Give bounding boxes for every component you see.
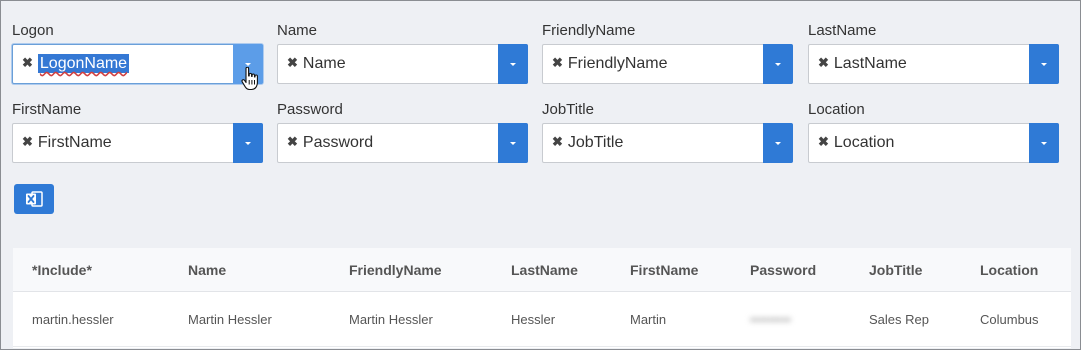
- firstname-select[interactable]: ✖ FirstName: [12, 123, 263, 163]
- caret-down-icon: [775, 142, 781, 145]
- dropdown-button[interactable]: [1029, 44, 1059, 84]
- field-name: Name ✖ Name: [277, 21, 528, 84]
- column-header-lastname[interactable]: LastName: [511, 248, 578, 292]
- field-jobtitle: JobTitle ✖ JobTitle: [542, 100, 793, 163]
- caret-down-icon: [1041, 63, 1047, 66]
- x-icon[interactable]: ✖: [818, 44, 829, 82]
- selected-value: FirstName: [37, 134, 112, 151]
- column-header-jobtitle[interactable]: JobTitle: [869, 248, 922, 292]
- dropdown-button[interactable]: [233, 123, 263, 163]
- column-header-name[interactable]: Name: [188, 248, 226, 292]
- select-value: ✖ Location: [818, 124, 894, 162]
- caret-down-icon: [510, 63, 516, 66]
- column-header-include[interactable]: *Include*: [32, 248, 92, 292]
- field-location: Location ✖ Location: [808, 100, 1059, 163]
- field-friendlyname: FriendlyName ✖ FriendlyName: [542, 21, 793, 84]
- cell-firstname: Martin: [630, 312, 667, 327]
- selected-value: Password: [302, 134, 374, 151]
- caret-down-icon: [1041, 142, 1047, 145]
- column-header-firstname[interactable]: FirstName: [630, 248, 698, 292]
- field-label: FirstName: [12, 101, 82, 118]
- x-icon[interactable]: ✖: [818, 123, 829, 161]
- export-excel-button[interactable]: [14, 184, 54, 214]
- field-firstname: FirstName ✖ FirstName: [12, 100, 263, 163]
- select-value: ✖ LogonName: [22, 44, 130, 83]
- field-label: FriendlyName: [542, 22, 636, 39]
- cell-location: Columbus: [980, 312, 1039, 327]
- dropdown-button[interactable]: [1029, 123, 1059, 163]
- x-icon[interactable]: ✖: [552, 123, 563, 161]
- selected-value: LastName: [833, 55, 907, 72]
- field-lastname: LastName ✖ LastName: [808, 21, 1059, 84]
- selected-value: LogonName: [37, 54, 130, 73]
- selected-value: Name: [302, 55, 346, 72]
- select-value: ✖ Password: [287, 124, 373, 162]
- selected-value: FriendlyName: [567, 55, 668, 72]
- field-label: Name: [277, 22, 318, 39]
- table-header: *Include* Name FriendlyName LastName Fir…: [13, 248, 1071, 292]
- dropdown-button[interactable]: [763, 123, 793, 163]
- field-label: Logon: [12, 22, 54, 39]
- data-table: *Include* Name FriendlyName LastName Fir…: [13, 248, 1071, 348]
- dropdown-button[interactable]: [498, 44, 528, 84]
- hand-pointer-icon: [241, 67, 258, 91]
- friendlyname-select[interactable]: ✖ FriendlyName: [542, 44, 793, 84]
- select-value: ✖ LastName: [818, 45, 907, 83]
- jobtitle-select[interactable]: ✖ JobTitle: [542, 123, 793, 163]
- field-password: Password ✖ Password: [277, 100, 528, 163]
- x-icon[interactable]: ✖: [287, 44, 298, 82]
- caret-down-icon: [245, 142, 251, 145]
- caret-down-icon: [510, 142, 516, 145]
- selected-value: JobTitle: [567, 134, 624, 151]
- column-header-friendlyname[interactable]: FriendlyName: [349, 248, 442, 292]
- cell-lastname: Hessler: [511, 312, 556, 327]
- caret-down-icon: [775, 63, 781, 66]
- caret-down-icon: [245, 63, 251, 66]
- excel-icon: [26, 191, 43, 207]
- x-icon[interactable]: ✖: [22, 123, 33, 161]
- field-label: Password: [277, 101, 343, 118]
- table-row[interactable]: martin.hessler Martin Hessler Martin Hes…: [13, 292, 1071, 347]
- x-icon[interactable]: ✖: [552, 44, 563, 82]
- logon-select[interactable]: ✖ LogonName: [12, 44, 263, 84]
- cell-name: Martin Hessler: [188, 312, 272, 327]
- field-label: JobTitle: [542, 101, 594, 118]
- name-select[interactable]: ✖ Name: [277, 44, 528, 84]
- select-value: ✖ Name: [287, 45, 346, 83]
- cell-friendlyname: Martin Hessler: [349, 312, 433, 327]
- selected-value: Location: [833, 134, 895, 151]
- select-value: ✖ FriendlyName: [552, 45, 668, 83]
- x-icon[interactable]: ✖: [22, 44, 33, 82]
- column-header-location[interactable]: Location: [980, 248, 1038, 292]
- column-header-password[interactable]: Password: [750, 248, 816, 292]
- password-select[interactable]: ✖ Password: [277, 123, 528, 163]
- field-logon: Logon ✖ LogonName: [12, 21, 263, 84]
- location-select[interactable]: ✖ Location: [808, 123, 1059, 163]
- select-value: ✖ FirstName: [22, 124, 112, 162]
- dropdown-button[interactable]: [498, 123, 528, 163]
- cell-include: martin.hessler: [32, 312, 114, 327]
- cell-jobtitle: Sales Rep: [869, 312, 929, 327]
- select-value: ✖ JobTitle: [552, 124, 623, 162]
- dropdown-button[interactable]: [763, 44, 793, 84]
- cell-password: •••••••••: [750, 312, 791, 327]
- field-label: LastName: [808, 22, 877, 39]
- lastname-select[interactable]: ✖ LastName: [808, 44, 1059, 84]
- field-label: Location: [808, 101, 865, 118]
- x-icon[interactable]: ✖: [287, 123, 298, 161]
